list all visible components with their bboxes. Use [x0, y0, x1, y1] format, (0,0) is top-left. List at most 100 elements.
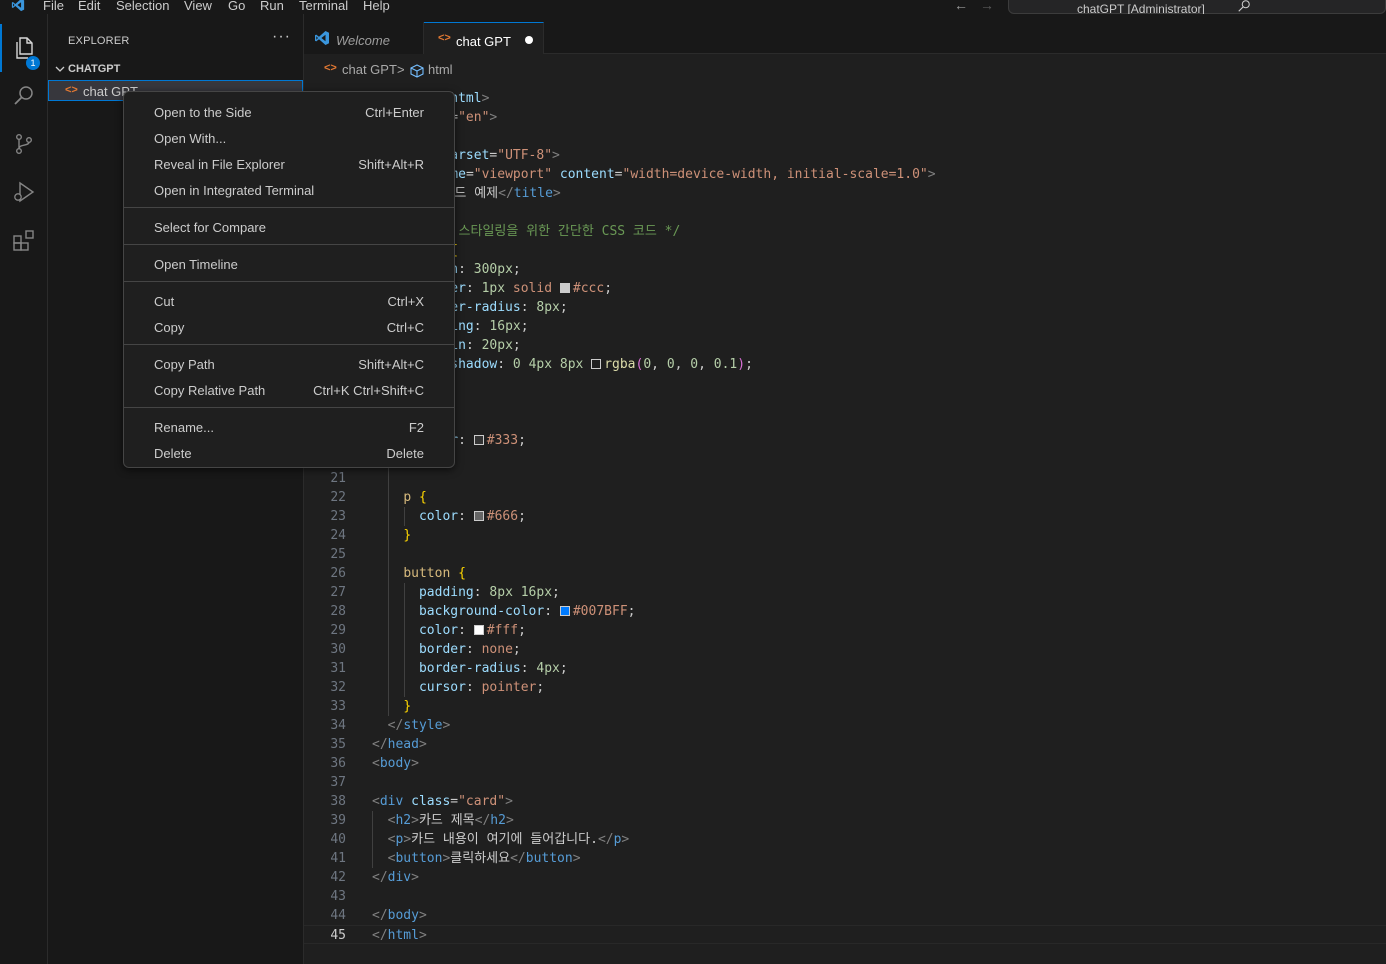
- forward-arrow-icon[interactable]: →: [980, 0, 994, 13]
- code-line[interactable]: 29 color: #fff;: [304, 621, 1386, 640]
- line-number: 23: [330, 509, 346, 524]
- code-line[interactable]: 41 <button>클릭하세요</button>: [304, 849, 1386, 868]
- code-line[interactable]: 19 color: #333;: [304, 431, 1386, 450]
- line-number: 38: [330, 794, 346, 809]
- menu-separator: [124, 281, 454, 282]
- code-line[interactable]: 5 <meta name="viewport" content="width=d…: [304, 165, 1386, 184]
- activity-source-control[interactable]: [0, 120, 48, 168]
- code-line[interactable]: 33 }: [304, 697, 1386, 716]
- code-line[interactable]: 16 }: [304, 374, 1386, 393]
- code-line[interactable]: 27 padding: 8px 16px;: [304, 583, 1386, 602]
- code-line[interactable]: 30 border: none;: [304, 640, 1386, 659]
- activity-extensions[interactable]: [0, 216, 48, 264]
- source-control-icon: [15, 134, 32, 155]
- code-line[interactable]: 40 <p>카드 내용이 여기에 들어갑니다.</p>: [304, 830, 1386, 849]
- code-line[interactable]: 4 <meta charset="UTF-8">: [304, 146, 1386, 165]
- activity-search[interactable]: [0, 72, 48, 120]
- menu-rename[interactable]: Rename... F2: [128, 414, 450, 440]
- code-line[interactable]: 38 <div class="card">: [304, 792, 1386, 811]
- code-line[interactable]: 14 margin: 20px;: [304, 336, 1386, 355]
- code-line[interactable]: 24 }: [304, 526, 1386, 545]
- menu-copy[interactable]: Copy Ctrl+C: [128, 314, 450, 340]
- line-text: <button>클릭하세요</button>: [387, 851, 581, 866]
- code-line[interactable]: 2<html lang="en">: [304, 108, 1386, 127]
- back-arrow-icon[interactable]: ←: [954, 0, 968, 13]
- run-debug-icon: [14, 181, 35, 203]
- code-line[interactable]: 3<head>: [304, 127, 1386, 146]
- code-line[interactable]: 26 button {: [304, 564, 1386, 583]
- menu-delete[interactable]: Delete Delete: [128, 440, 450, 466]
- menu-copy-relative-path[interactable]: Copy Relative Path Ctrl+K Ctrl+Shift+C: [128, 377, 450, 403]
- menu-terminal[interactable]: Terminal: [299, 0, 348, 13]
- menu-run[interactable]: Run: [260, 0, 284, 13]
- chevron-down-icon: [55, 66, 65, 72]
- code-line[interactable]: 11 border: 1px solid #ccc;: [304, 279, 1386, 298]
- menu-open-to-side[interactable]: Open to the Side Ctrl+Enter: [128, 99, 450, 125]
- menu-open-in-terminal[interactable]: Open in Integrated Terminal: [128, 177, 450, 203]
- code-editor[interactable]: 1<!DOCTYPE html>2<html lang="en">3<head>…: [304, 14, 1386, 964]
- code-line[interactable]: 18 h2 {: [304, 412, 1386, 431]
- code-line[interactable]: 23 color: #666;: [304, 507, 1386, 526]
- line-text: padding: 8px 16px;: [418, 585, 560, 600]
- menu-item-label: Open With...: [154, 131, 227, 146]
- code-line[interactable]: 6 <title>카드 예제</title>: [304, 184, 1386, 203]
- line-number: 25: [330, 547, 346, 562]
- menu-go[interactable]: Go: [228, 0, 245, 13]
- menu-view[interactable]: View: [184, 0, 212, 13]
- code-line[interactable]: 39 <h2>카드 제목</h2>: [304, 811, 1386, 830]
- code-line[interactable]: 28 background-color: #007BFF;: [304, 602, 1386, 621]
- code-line[interactable]: 10 width: 300px;: [304, 260, 1386, 279]
- code-line[interactable]: 32 cursor: pointer;: [304, 678, 1386, 697]
- command-center[interactable]: chatGPT [Administrator]: [1008, 0, 1386, 16]
- code-line[interactable]: 34 </style>: [304, 716, 1386, 735]
- line-number: 43: [330, 889, 346, 904]
- line-number: 29: [330, 623, 346, 638]
- code-line[interactable]: 36 <body>: [304, 754, 1386, 773]
- code-line[interactable]: 25: [304, 545, 1386, 564]
- code-line[interactable]: 35 </head>: [304, 735, 1386, 754]
- code-line[interactable]: 13 padding: 16px;: [304, 317, 1386, 336]
- code-line[interactable]: 8 /* 카드 스타일링을 위한 간단한 CSS 코드 */: [304, 222, 1386, 241]
- more-actions-icon[interactable]: ···: [272, 28, 291, 46]
- extensions-icon: [13, 230, 34, 251]
- activity-explorer[interactable]: 1: [0, 24, 48, 72]
- sidebar-title: EXPLORER: [68, 35, 130, 47]
- folder-header[interactable]: CHATGPT: [48, 60, 304, 80]
- line-text: }: [403, 528, 412, 543]
- activity-bar: 1: [0, 14, 48, 964]
- code-line[interactable]: 17: [304, 393, 1386, 412]
- activity-run-debug[interactable]: [0, 168, 48, 216]
- line-number: 33: [330, 699, 346, 714]
- code-line[interactable]: 15 box-shadow: 0 4px 8px rgba(0, 0, 0, 0…: [304, 355, 1386, 374]
- code-line[interactable]: 20 }: [304, 450, 1386, 469]
- menu-file[interactable]: File: [43, 0, 64, 13]
- menu-cut[interactable]: Cut Ctrl+X: [128, 288, 450, 314]
- code-line[interactable]: 45 </html>: [304, 925, 1386, 944]
- menu-help[interactable]: Help: [363, 0, 390, 13]
- menu-edit[interactable]: Edit: [78, 0, 100, 13]
- code-line[interactable]: 31 border-radius: 4px;: [304, 659, 1386, 678]
- code-line[interactable]: 42 </div>: [304, 868, 1386, 887]
- code-line[interactable]: 37: [304, 773, 1386, 792]
- code-line[interactable]: 44 </body>: [304, 906, 1386, 925]
- menu-open-with[interactable]: Open With...: [128, 125, 450, 151]
- code-line[interactable]: 1<!DOCTYPE html>: [304, 89, 1386, 108]
- line-text: }: [403, 699, 412, 714]
- menu-copy-path[interactable]: Copy Path Shift+Alt+C: [128, 351, 450, 377]
- menu-item-label: Copy: [154, 320, 185, 335]
- menu-item-shortcut: Ctrl+Enter: [365, 105, 424, 120]
- code-line[interactable]: 7 <style>: [304, 203, 1386, 222]
- menu-item-label: Copy Relative Path: [154, 383, 266, 398]
- menu-reveal-in-explorer[interactable]: Reveal in File Explorer Shift+Alt+R: [128, 151, 450, 177]
- code-line[interactable]: 12 border-radius: 8px;: [304, 298, 1386, 317]
- menu-open-timeline[interactable]: Open Timeline: [128, 251, 450, 277]
- code-line[interactable]: 21: [304, 469, 1386, 488]
- menu-item-label: Rename...: [154, 420, 214, 435]
- code-line[interactable]: 43: [304, 887, 1386, 906]
- menu-selection[interactable]: Selection: [116, 0, 169, 13]
- code-line[interactable]: 9 .card {: [304, 241, 1386, 260]
- line-number: 39: [330, 813, 346, 828]
- code-line[interactable]: 22 p {: [304, 488, 1386, 507]
- menu-select-for-compare[interactable]: Select for Compare: [128, 214, 450, 240]
- indent-guide: [404, 507, 405, 526]
